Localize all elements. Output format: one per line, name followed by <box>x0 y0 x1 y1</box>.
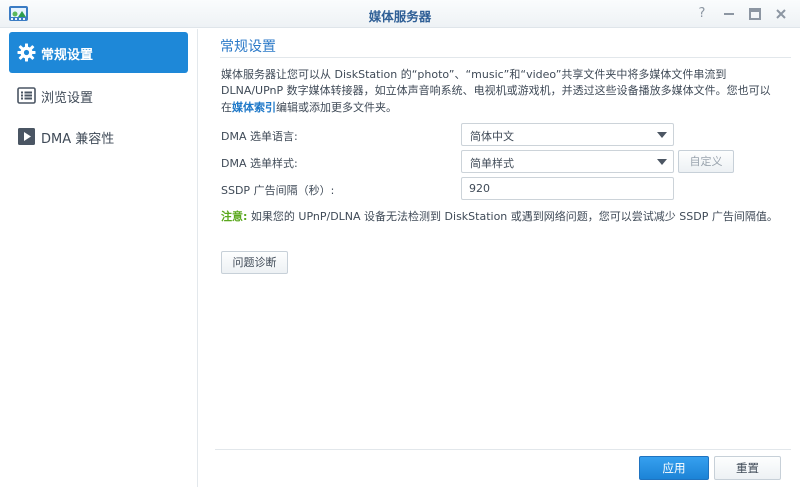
reset-button[interactable]: 重置 <box>714 456 781 480</box>
minimize-icon[interactable] <box>720 5 738 23</box>
sidebar-item-dma-compatibility[interactable]: DMA 兼容性 <box>9 116 188 157</box>
window-title: 媒体服务器 <box>368 9 432 24</box>
customize-button[interactable]: 自定义 <box>678 150 734 173</box>
description: 媒体服务器让您可以从 DiskStation 的“photo”、“music”和… <box>221 67 781 116</box>
gear-icon <box>17 43 36 62</box>
chevron-down-icon <box>657 132 667 138</box>
dma-language-select[interactable]: 简体中文 <box>461 123 674 146</box>
sidebar-item-label: DMA 兼容性 <box>41 132 115 147</box>
main-panel: 常规设置 媒体服务器让您可以从 DiskStation 的“photo”、“mu… <box>199 29 800 487</box>
sidebar-item-label: 浏览设置 <box>41 91 94 106</box>
note-tag: 注意: <box>221 210 248 223</box>
dma-style-value: 简单样式 <box>470 157 514 170</box>
description-text-end: 编辑或添加更多文件夹。 <box>276 100 397 114</box>
browse-list-icon <box>17 87 36 104</box>
ssdp-interval-label: SSDP 广告间隔（秒）: <box>221 184 335 197</box>
sidebar-item-browse-settings[interactable]: 浏览设置 <box>9 75 188 116</box>
sidebar-item-label: 常规设置 <box>41 48 94 63</box>
note-body: 如果您的 UPnP/DLNA 设备无法检测到 DiskStation 或遇到网络… <box>250 210 778 223</box>
dma-language-value: 简体中文 <box>470 130 514 143</box>
sidebar-item-general-settings[interactable]: 常规设置 <box>9 32 188 73</box>
help-icon[interactable]: ? <box>693 5 711 23</box>
apply-button[interactable]: 应用 <box>639 456 709 480</box>
diagnose-button[interactable]: 问题诊断 <box>221 251 288 274</box>
footer-divider <box>215 449 791 450</box>
chevron-down-icon <box>657 159 667 165</box>
dma-style-label: DMA 选单样式: <box>221 157 298 170</box>
section-divider <box>220 57 791 58</box>
sidebar: 常规设置 浏览设置 DMA 兼容性 <box>0 29 198 487</box>
dma-language-label: DMA 选单语言: <box>221 130 298 143</box>
play-icon <box>18 128 35 145</box>
note-text: 注意: 如果您的 UPnP/DLNA 设备无法检测到 DiskStation 或… <box>221 208 778 224</box>
close-icon[interactable] <box>772 5 790 23</box>
title-bar: 媒体服务器 ? <box>0 0 800 28</box>
section-title: 常规设置 <box>220 39 276 55</box>
maximize-icon[interactable] <box>746 5 764 23</box>
dma-style-select[interactable]: 简单样式 <box>461 150 674 173</box>
media-index-link[interactable]: 媒体索引 <box>232 101 276 114</box>
ssdp-interval-input[interactable] <box>461 177 674 200</box>
